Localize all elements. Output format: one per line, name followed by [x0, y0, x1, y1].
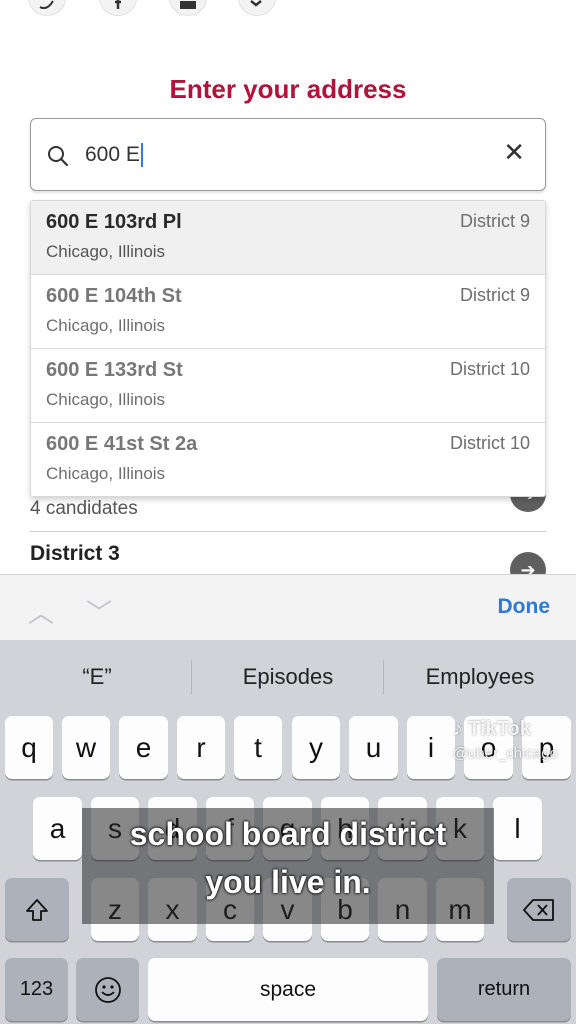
emoji-icon — [94, 976, 121, 1003]
key-t[interactable]: t — [234, 716, 282, 779]
screen: Enter your address 600 E ✕ 600 E 103rd P… — [0, 0, 576, 1024]
key-i[interactable]: i — [407, 716, 455, 779]
caption-line: school board district — [129, 816, 447, 852]
suggestion-street: 600 E 103rd Pl — [46, 211, 182, 233]
suggestion-district: District 10 — [449, 359, 530, 379]
search-input-value[interactable]: 600 E — [85, 143, 143, 168]
candidates-count: 4 candidates — [30, 498, 138, 519]
address-search-input[interactable]: 600 E ✕ — [30, 118, 546, 191]
tiktok-logo-icon: ♪ — [452, 718, 463, 740]
suggestion-city: Chicago, Illinois — [46, 242, 166, 261]
suggestion-item[interactable]: 600 E 133rd St Chicago, Illinois Distric… — [31, 349, 545, 423]
suggestion-city: Chicago, Illinois — [46, 390, 166, 409]
numbers-key[interactable]: 123 — [5, 958, 68, 1021]
key-r[interactable]: r — [177, 716, 225, 779]
suggestion-street: 600 E 104th St — [46, 285, 182, 307]
suggestion-item[interactable]: 600 E 104th St Chicago, Illinois Distric… — [31, 275, 545, 349]
space-key[interactable]: space — [148, 958, 428, 1021]
watermark-handle: @uber_chicago — [452, 745, 558, 762]
video-caption: school board district you live in. — [82, 808, 494, 924]
suggestion-word[interactable]: Employees — [385, 664, 575, 690]
suggestion-city: Chicago, Illinois — [46, 316, 166, 335]
divider — [383, 660, 384, 694]
shift-key[interactable] — [5, 878, 69, 941]
address-suggestions-list: 600 E 103rd Pl Chicago, Illinois Distric… — [30, 200, 546, 497]
chevron-down-icon[interactable]: ﹀ — [86, 593, 112, 630]
page-title: Enter your address — [169, 74, 407, 104]
caption-line: you live in. — [205, 864, 371, 900]
email-icon[interactable] — [169, 0, 207, 16]
tiktok-watermark: ♪ TikTok @uber_chicago — [453, 718, 558, 762]
key-a[interactable]: a — [33, 797, 82, 860]
done-button[interactable]: Done — [498, 595, 551, 619]
suggestion-street: 600 E 41st St 2a — [46, 433, 198, 455]
facebook-icon[interactable] — [99, 0, 137, 16]
suggestion-street: 600 E 133rd St — [46, 359, 183, 381]
keyboard-toolbar: ︿ ﹀ Done — [0, 574, 576, 640]
backspace-icon — [523, 898, 554, 921]
key-l[interactable]: l — [493, 797, 542, 860]
chevron-up-icon[interactable]: ︿ — [28, 593, 54, 630]
key-u[interactable]: u — [349, 716, 398, 779]
predictive-bar: “E” Episodes Employees — [0, 640, 576, 714]
share-icon[interactable] — [238, 0, 276, 16]
backspace-key[interactable] — [507, 878, 571, 941]
shift-icon — [26, 898, 48, 921]
key-e[interactable]: e — [119, 716, 168, 779]
watermark-brand: TikTok — [468, 718, 531, 740]
suggestion-city: Chicago, Illinois — [46, 464, 166, 483]
suggestion-word[interactable]: “E” — [2, 664, 192, 690]
divider — [30, 531, 546, 532]
key-q[interactable]: q — [5, 716, 53, 779]
emoji-key[interactable] — [76, 958, 139, 1021]
return-key[interactable]: return — [437, 958, 571, 1021]
suggestion-district: District 10 — [449, 433, 530, 453]
search-icon — [48, 146, 69, 167]
divider — [191, 660, 192, 694]
suggestion-item[interactable]: 600 E 103rd Pl Chicago, Illinois Distric… — [31, 201, 545, 275]
close-icon[interactable]: ✕ — [503, 139, 525, 165]
share-icons-row — [28, 0, 288, 16]
suggestion-word[interactable]: Episodes — [193, 664, 383, 690]
key-w[interactable]: w — [62, 716, 110, 779]
suggestion-item[interactable]: 600 E 41st St 2a Chicago, Illinois Distr… — [31, 423, 545, 496]
twitter-icon[interactable] — [28, 0, 66, 16]
district-heading: District 3 — [30, 542, 120, 565]
suggestion-district: District 9 — [459, 285, 530, 305]
key-y[interactable]: y — [292, 716, 340, 779]
text-caret — [140, 143, 143, 168]
suggestion-district: District 9 — [459, 211, 530, 231]
